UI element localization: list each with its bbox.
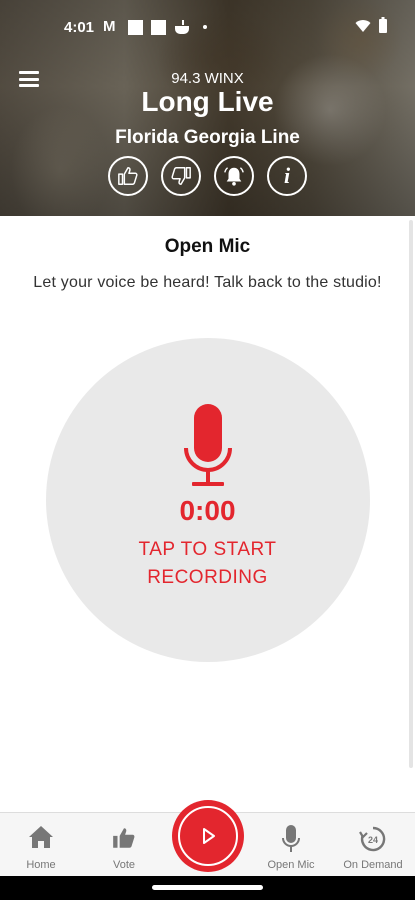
- artist-name: Florida Georgia Line: [115, 127, 300, 148]
- wifi-icon: [355, 20, 371, 32]
- play-icon: [203, 828, 215, 844]
- record-prompt: TAP TO START RECORDING: [138, 539, 277, 588]
- thumbs-up-button[interactable]: [108, 156, 148, 196]
- on-demand-badge: 24: [368, 835, 378, 845]
- more-notifications-icon: [203, 25, 207, 29]
- system-navigation-bar: [0, 876, 415, 900]
- nav-label: Open Mic: [267, 859, 315, 871]
- microphone-icon: [184, 404, 232, 486]
- thumbs-up-icon: [118, 167, 138, 185]
- gmail-notification-icon: M: [103, 18, 116, 35]
- battery-icon: [379, 17, 387, 33]
- status-time: 4:01: [64, 19, 95, 36]
- nav-item-open-mic[interactable]: Open Mic: [256, 813, 326, 877]
- info-icon: i: [283, 163, 291, 188]
- scrollbar[interactable]: [409, 220, 413, 768]
- nav-label: On Demand: [343, 859, 403, 871]
- home-icon: [29, 826, 53, 848]
- microphone-icon: [282, 825, 300, 852]
- now-playing-header: 4:01 M 94.3 WINX Long Live Florida Georg…: [0, 0, 415, 216]
- notification-icon: [128, 20, 143, 35]
- page-description: Let your voice be heard! Talk back to th…: [33, 274, 382, 291]
- alert-button[interactable]: [214, 156, 254, 196]
- home-gesture-bar[interactable]: [152, 885, 263, 890]
- page-title: Open Mic: [164, 236, 251, 257]
- history-24-icon: 24: [359, 826, 386, 852]
- play-button[interactable]: [172, 800, 244, 872]
- recording-timer: 0:00: [179, 495, 236, 526]
- bell-icon: [224, 167, 244, 186]
- cup-notification-icon: [175, 20, 189, 34]
- nav-label: Vote: [112, 859, 136, 871]
- nav-item-on-demand[interactable]: 24 On Demand: [338, 813, 408, 877]
- thumbs-up-icon: [113, 828, 135, 848]
- thumbs-down-button[interactable]: [161, 156, 201, 196]
- thumbs-down-icon: [171, 167, 191, 185]
- nav-item-vote[interactable]: Vote: [89, 813, 159, 877]
- station-name: 94.3 WINX: [171, 70, 244, 87]
- notification-icon: [151, 20, 166, 35]
- nav-item-home[interactable]: Home: [6, 813, 76, 877]
- song-title: Long Live: [141, 86, 274, 117]
- info-button[interactable]: i: [267, 156, 307, 196]
- nav-label: Home: [26, 859, 56, 871]
